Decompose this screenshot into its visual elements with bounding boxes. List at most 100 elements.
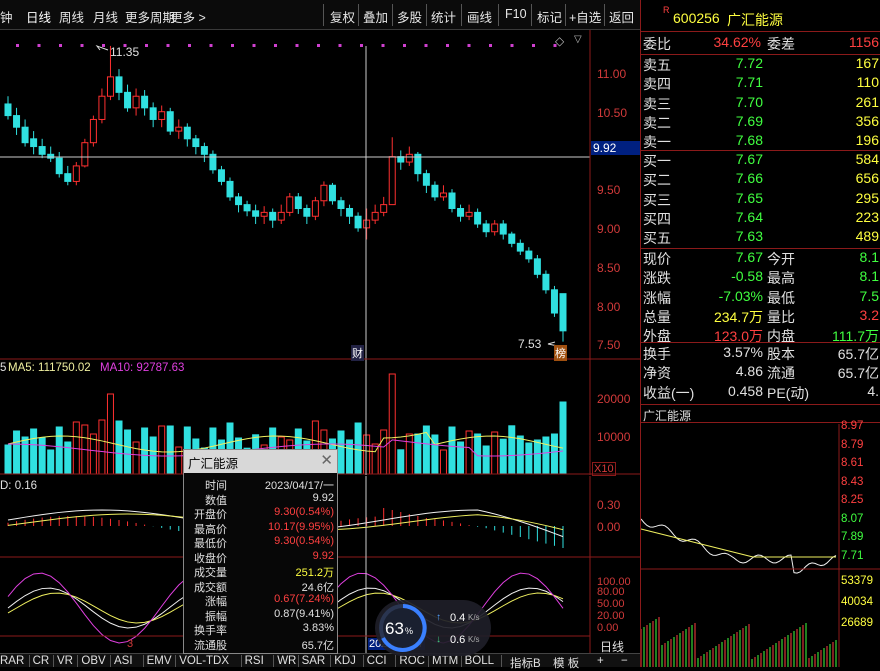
candle-body [337, 200, 345, 209]
indicator-tab-rsi[interactable]: RSI [245, 655, 264, 667]
candlestick-chart[interactable]: 11.35 7.53 ◇ ▽ 财 榜 9.92 11.00 10.50 9.50… [0, 30, 640, 361]
fuquan-button[interactable]: 复权 [330, 7, 355, 26]
indicator-tab-kdj[interactable]: KDJ [334, 655, 356, 667]
bid-row[interactable]: 买五 7.63 489 [641, 228, 880, 248]
finance-marker[interactable]: 财 [351, 345, 364, 361]
bid-row-volume: 584 [855, 151, 879, 167]
quote-value: 7.67 [735, 249, 763, 265]
bottom-tab-2[interactable]: + [597, 655, 604, 667]
indicator-tab-asi[interactable]: ASI [114, 655, 133, 667]
bid-row[interactable]: 买一 7.67 584 [641, 151, 880, 171]
quote-row: 换手 3.57% 股本 65.7亿 [641, 344, 880, 364]
signal-dot [102, 44, 105, 47]
y-tick: 9.00 [597, 222, 621, 236]
triangle-icon[interactable]: ▽ [574, 34, 582, 45]
diamond-icon[interactable]: ◇ [555, 34, 564, 48]
popup-row: 换手率 3.83% [184, 622, 337, 637]
indicator-tab-wr[interactable]: WR [277, 655, 296, 667]
candle-body [533, 258, 541, 275]
popup-row: 振幅 0.87(9.41%) [184, 608, 337, 623]
candle-body [141, 95, 149, 109]
candle-body [550, 289, 558, 314]
ask-row-price: 7.69 [735, 112, 763, 129]
popup-row-label: 流通股 [194, 639, 227, 652]
quote-value: -0.58 [731, 268, 763, 285]
bottom-tab-1[interactable]: 模 板 [553, 655, 579, 671]
bid-row[interactable]: 买二 7.66 656 [641, 170, 880, 190]
candle-body [243, 204, 251, 212]
candle-body [439, 192, 447, 198]
ask-row[interactable]: 卖四 7.71 110 [641, 74, 880, 94]
mini-y-tick: 8.07 [841, 512, 864, 525]
ask-row[interactable]: 卖三 7.70 261 [641, 94, 880, 114]
candle-body [200, 146, 208, 155]
tab-separator [362, 655, 364, 667]
mark-button[interactable]: 标记 [537, 7, 562, 26]
candle-body [38, 146, 46, 155]
quote-label-2: 最低 [767, 289, 795, 306]
volume-bar [380, 429, 388, 475]
ask-row-price: 7.68 [735, 132, 763, 149]
indicator-tab-emv[interactable]: EMV [147, 655, 172, 667]
signal-dot [80, 44, 84, 47]
indicator-tab-rar[interactable]: RAR [0, 655, 24, 667]
tab-month[interactable]: 月线 [93, 7, 118, 26]
volume-bar [405, 433, 413, 475]
overlay-button[interactable]: 叠加 [363, 7, 388, 26]
bid-row-volume: 295 [855, 189, 879, 206]
bottom-tab-0[interactable]: 指标B [510, 655, 541, 671]
volume-bar [38, 437, 46, 475]
indicator-tab-obv[interactable]: OBV [81, 655, 105, 667]
bid-row[interactable]: 买四 7.64 223 [641, 209, 880, 229]
y-tick: 10000 [597, 430, 631, 444]
quote-value: 4.86 [735, 363, 763, 380]
tab-day[interactable]: 日线 [26, 7, 51, 26]
indicator-tab-roc[interactable]: ROC [399, 655, 425, 667]
indicator-tab-cr[interactable]: CR [33, 655, 50, 667]
candle-body [516, 242, 524, 252]
quote-label-2: 股本 [767, 346, 795, 362]
tab-separator [273, 655, 275, 667]
f10-button[interactable]: F10 [505, 7, 527, 21]
candle-body [192, 138, 200, 148]
tab-separator [110, 655, 111, 667]
add-watchlist-button[interactable]: +自选 [569, 7, 601, 26]
ask-row[interactable]: 卖五 7.72 167 [641, 55, 880, 75]
quote-value-2: 65.7亿 [837, 346, 879, 362]
statistics-button[interactable]: 统计 [431, 7, 456, 26]
indicator-tab-cci[interactable]: CCI [367, 655, 387, 667]
ask-row-label: 卖三 [643, 95, 671, 112]
indicator-tab-sar[interactable]: SAR [302, 655, 326, 667]
tab-minute[interactable]: 钟 [0, 7, 13, 26]
candle-body [482, 223, 490, 233]
indicator-tab-vol-tdx[interactable]: VOL-TDX [179, 655, 229, 667]
signal-dot [510, 44, 514, 47]
indicator-tab-mtm[interactable]: MTM [432, 655, 458, 667]
tab-multi-period[interactable]: 更多周期 [125, 7, 175, 26]
candle-body [183, 126, 191, 140]
volume-bar [397, 449, 405, 475]
popup-row: 流通股 65.7亿 [184, 637, 337, 652]
tab-more[interactable]: 更多 > [170, 7, 206, 26]
back-button[interactable]: 返回 [609, 7, 634, 26]
draw-line-button[interactable]: 画线 [467, 7, 492, 26]
tab-week[interactable]: 周线 [59, 7, 84, 26]
volume-unit: X10 [592, 462, 616, 476]
volume-bar [98, 419, 106, 475]
bottom-tab-3[interactable]: − [621, 655, 628, 667]
candle-body [354, 215, 362, 229]
network-speed-widget[interactable]: 63 % ↑ 0.4 K/s ↓ 0.6 K/s [375, 600, 491, 656]
candle-info-popup: 广汇能源 ✕ 时间 2023/04/17/一 数值 9.92 开盘价 9.30(0.54%… [183, 449, 338, 654]
popup-row: 收盘价 9.92 [184, 550, 337, 565]
bid-row[interactable]: 买三 7.65 295 [641, 190, 880, 210]
candle-body [457, 208, 465, 217]
indicator-tab-boll[interactable]: BOLL [465, 655, 494, 667]
low-label: 7.53 [518, 337, 542, 351]
ask-row[interactable]: 卖二 7.69 356 [641, 113, 880, 133]
ranking-marker[interactable]: 榜 [554, 345, 567, 361]
indicator-tab-vr[interactable]: VR [57, 655, 73, 667]
bid-row-label: 买一 [643, 153, 671, 169]
download-speed: 0.6 [450, 634, 466, 646]
close-icon[interactable]: ✕ [320, 451, 333, 469]
multi-stock-button[interactable]: 多股 [397, 7, 422, 26]
